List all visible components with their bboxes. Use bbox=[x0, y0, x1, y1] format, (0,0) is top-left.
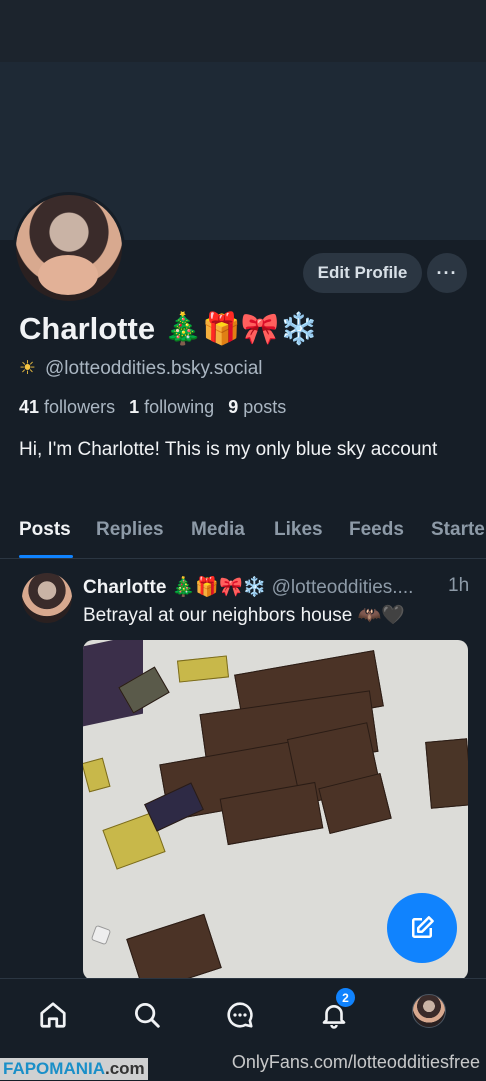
compose-icon bbox=[412, 916, 434, 938]
tab-starter-packs[interactable]: Starter bbox=[431, 519, 486, 541]
chat-icon[interactable] bbox=[220, 995, 260, 1035]
following-count: 1 bbox=[129, 397, 140, 417]
edit-profile-button[interactable]: Edit Profile bbox=[303, 253, 422, 293]
profile-handle: @lotteoddities.bsky.social bbox=[45, 358, 263, 379]
game-card bbox=[176, 655, 230, 683]
tab-replies[interactable]: Replies bbox=[96, 519, 164, 541]
post-text: Betrayal at our neighbors house 🦇🖤 bbox=[83, 605, 405, 626]
search-icon[interactable] bbox=[127, 995, 167, 1035]
more-options-button[interactable]: ··· bbox=[427, 253, 467, 293]
profile-name: Charlotte 🎄🎁🎀❄️ bbox=[19, 311, 319, 346]
game-card bbox=[144, 782, 204, 832]
profile-tab-avatar[interactable] bbox=[412, 994, 446, 1028]
watermark-left: FAPOMANIA .com bbox=[0, 1058, 148, 1080]
posts-stat: 9 posts bbox=[228, 397, 286, 417]
tab-feeds[interactable]: Feeds bbox=[349, 519, 404, 541]
post-author-handle[interactable]: @lotteoddities.... bbox=[272, 577, 414, 598]
following-link[interactable]: 1 following bbox=[129, 397, 214, 417]
posts-count: 9 bbox=[228, 397, 239, 417]
tab-media[interactable]: Media bbox=[191, 519, 245, 541]
profile-bio: Hi, I'm Charlotte! This is my only blue … bbox=[19, 439, 438, 460]
watermark-brand: FAPOMANIA bbox=[3, 1059, 105, 1078]
post-header: Charlotte 🎄🎁🎀❄️ @lotteoddities.... 1h bbox=[83, 575, 469, 599]
post-author-name[interactable]: Charlotte 🎄🎁🎀❄️ bbox=[83, 577, 266, 598]
game-card bbox=[83, 757, 111, 793]
dice bbox=[90, 924, 112, 946]
followers-label: followers bbox=[44, 397, 116, 417]
followers-link[interactable]: 41 followers bbox=[19, 397, 115, 417]
sun-emoji-icon: ☀ bbox=[19, 358, 37, 379]
followers-count: 41 bbox=[19, 397, 40, 417]
post-author-avatar[interactable] bbox=[22, 573, 72, 623]
posts-label: posts bbox=[243, 397, 287, 417]
watermark-right: OnlyFans.com/lotteodditiesfree bbox=[231, 1052, 480, 1072]
home-icon[interactable] bbox=[33, 995, 73, 1035]
board-tile bbox=[425, 738, 468, 809]
post-timestamp: 1h bbox=[448, 575, 470, 596]
profile-tabs: Posts Replies Media Likes Feeds Starter bbox=[0, 505, 486, 559]
following-label: following bbox=[144, 397, 215, 417]
watermark-suffix: .com bbox=[105, 1059, 145, 1078]
profile-avatar[interactable] bbox=[13, 192, 125, 304]
compose-post-button[interactable] bbox=[387, 893, 457, 963]
tab-likes[interactable]: Likes bbox=[274, 519, 323, 541]
status-bar-area bbox=[0, 0, 486, 62]
tab-posts[interactable]: Posts bbox=[19, 519, 71, 541]
notification-badge: 2 bbox=[336, 988, 355, 1007]
profile-stats: 41 followers 1 following 9 posts bbox=[19, 397, 286, 418]
board-tile bbox=[126, 913, 222, 980]
profile-handle-row: ☀ @lotteoddities.bsky.social bbox=[19, 357, 262, 380]
active-tab-indicator bbox=[19, 555, 73, 558]
